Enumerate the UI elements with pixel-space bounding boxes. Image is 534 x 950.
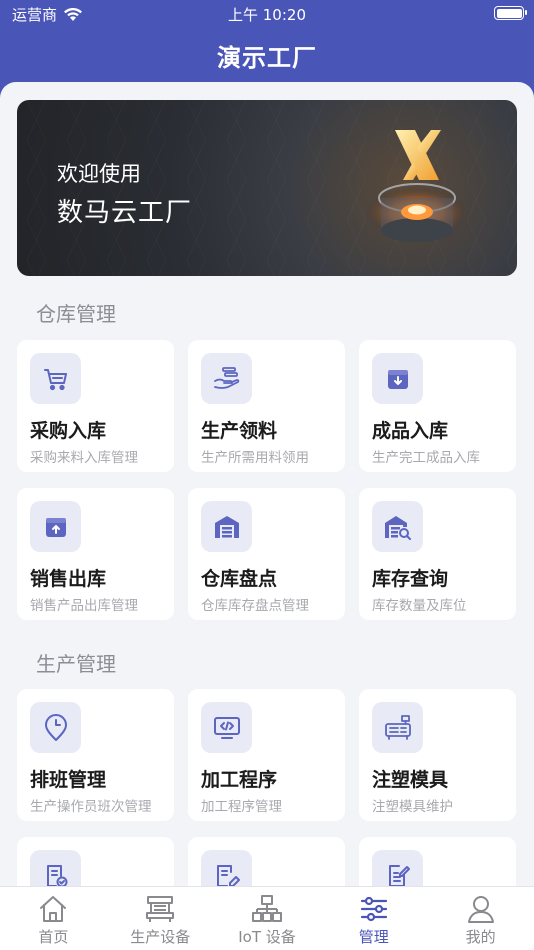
cart-icon xyxy=(43,368,67,390)
user-icon xyxy=(467,896,494,923)
section-title-production: 生产管理 xyxy=(36,652,116,676)
tab-management[interactable]: 管理 xyxy=(320,887,427,950)
tab-label: 生产设备 xyxy=(130,928,191,946)
card-description: 销售产品出库管理 xyxy=(30,598,138,614)
hand-coins-icon xyxy=(213,366,239,389)
card-title: 采购入库 xyxy=(30,420,107,442)
card-finished-inbound[interactable]: 成品入库 生产完工成品入库 xyxy=(359,340,516,472)
banner-welcome-text: 欢迎使用 xyxy=(57,162,141,186)
main-content[interactable]: 欢迎使用 数马云工厂 仓库管理 采购入库 采购来料入库管理 生产领料 生产所需用… xyxy=(0,82,534,950)
bottom-tab-bar: 首页 生产设备 IoT 设备 管理 我的 xyxy=(0,886,534,950)
welcome-banner[interactable]: 欢迎使用 数马云工厂 xyxy=(17,100,517,276)
card-shift-scheduling[interactable]: 排班管理 生产操作员班次管理 xyxy=(17,689,174,821)
card-description: 采购来料入库管理 xyxy=(30,450,138,466)
tab-label: 首页 xyxy=(38,928,69,946)
tab-label: 我的 xyxy=(465,928,496,946)
card-icon-box xyxy=(372,353,423,404)
tab-profile[interactable]: 我的 xyxy=(427,887,534,950)
card-icon-box xyxy=(201,353,252,404)
banner-brand-text: 数马云工厂 xyxy=(57,198,193,228)
machine-icon xyxy=(146,896,175,922)
warehouse-search-icon xyxy=(384,515,411,540)
warehouse-icon xyxy=(214,515,239,538)
card-sales-outbound[interactable]: 销售出库 销售产品出库管理 xyxy=(17,488,174,620)
code-monitor-icon xyxy=(213,716,240,739)
tab-label: 管理 xyxy=(358,928,389,946)
card-icon-box xyxy=(30,501,81,552)
mold-machine-icon xyxy=(384,714,411,740)
card-title: 销售出库 xyxy=(30,568,107,590)
card-description: 加工程序管理 xyxy=(201,799,282,815)
tab-label: IoT 设备 xyxy=(238,928,296,946)
tab-production-equipment[interactable]: 生产设备 xyxy=(107,887,214,950)
card-purchase-inbound[interactable]: 采购入库 采购来料入库管理 xyxy=(17,340,174,472)
clock-pin-icon xyxy=(44,713,67,741)
card-icon-box xyxy=(372,702,423,753)
section-title-warehouse: 仓库管理 xyxy=(36,302,116,326)
status-time: 上午 10:20 xyxy=(228,6,306,24)
card-description: 生产所需用料领用 xyxy=(201,450,309,466)
card-title: 排班管理 xyxy=(30,769,107,791)
card-title: 加工程序 xyxy=(201,769,278,791)
brand-logo-art-icon xyxy=(365,130,469,242)
network-icon xyxy=(251,895,282,922)
card-description: 生产操作员班次管理 xyxy=(30,799,152,815)
box-out-icon xyxy=(45,517,66,537)
page-title: 演示工厂 xyxy=(217,44,317,72)
card-title: 成品入库 xyxy=(372,420,449,442)
inbox-in-icon xyxy=(387,369,408,389)
card-icon-box xyxy=(201,702,252,753)
card-warehouse-stocktake[interactable]: 仓库盘点 仓库库存盘点管理 xyxy=(188,488,345,620)
card-description: 注塑模具维护 xyxy=(372,799,453,815)
card-title: 生产领料 xyxy=(201,420,278,442)
card-production-picking[interactable]: 生产领料 生产所需用料领用 xyxy=(188,340,345,472)
status-bar: 运营商 上午 10:20 xyxy=(0,0,534,28)
card-injection-mold[interactable]: 注塑模具 注塑模具维护 xyxy=(359,689,516,821)
tab-iot-devices[interactable]: IoT 设备 xyxy=(214,887,321,950)
card-machining-program[interactable]: 加工程序 加工程序管理 xyxy=(188,689,345,821)
card-description: 库存数量及库位 xyxy=(372,598,467,614)
tab-home[interactable]: 首页 xyxy=(0,887,107,950)
sliders-icon xyxy=(360,896,387,922)
card-title: 注塑模具 xyxy=(372,769,449,791)
card-inventory-query[interactable]: 库存查询 库存数量及库位 xyxy=(359,488,516,620)
card-icon-box xyxy=(30,353,81,404)
battery-icon xyxy=(494,6,527,20)
card-icon-box xyxy=(30,702,81,753)
card-title: 仓库盘点 xyxy=(201,568,278,590)
card-title: 库存查询 xyxy=(372,568,449,590)
card-description: 生产完工成品入库 xyxy=(372,450,480,466)
card-icon-box xyxy=(201,501,252,552)
home-icon xyxy=(40,896,67,922)
card-icon-box xyxy=(372,501,423,552)
card-description: 仓库库存盘点管理 xyxy=(201,598,309,614)
